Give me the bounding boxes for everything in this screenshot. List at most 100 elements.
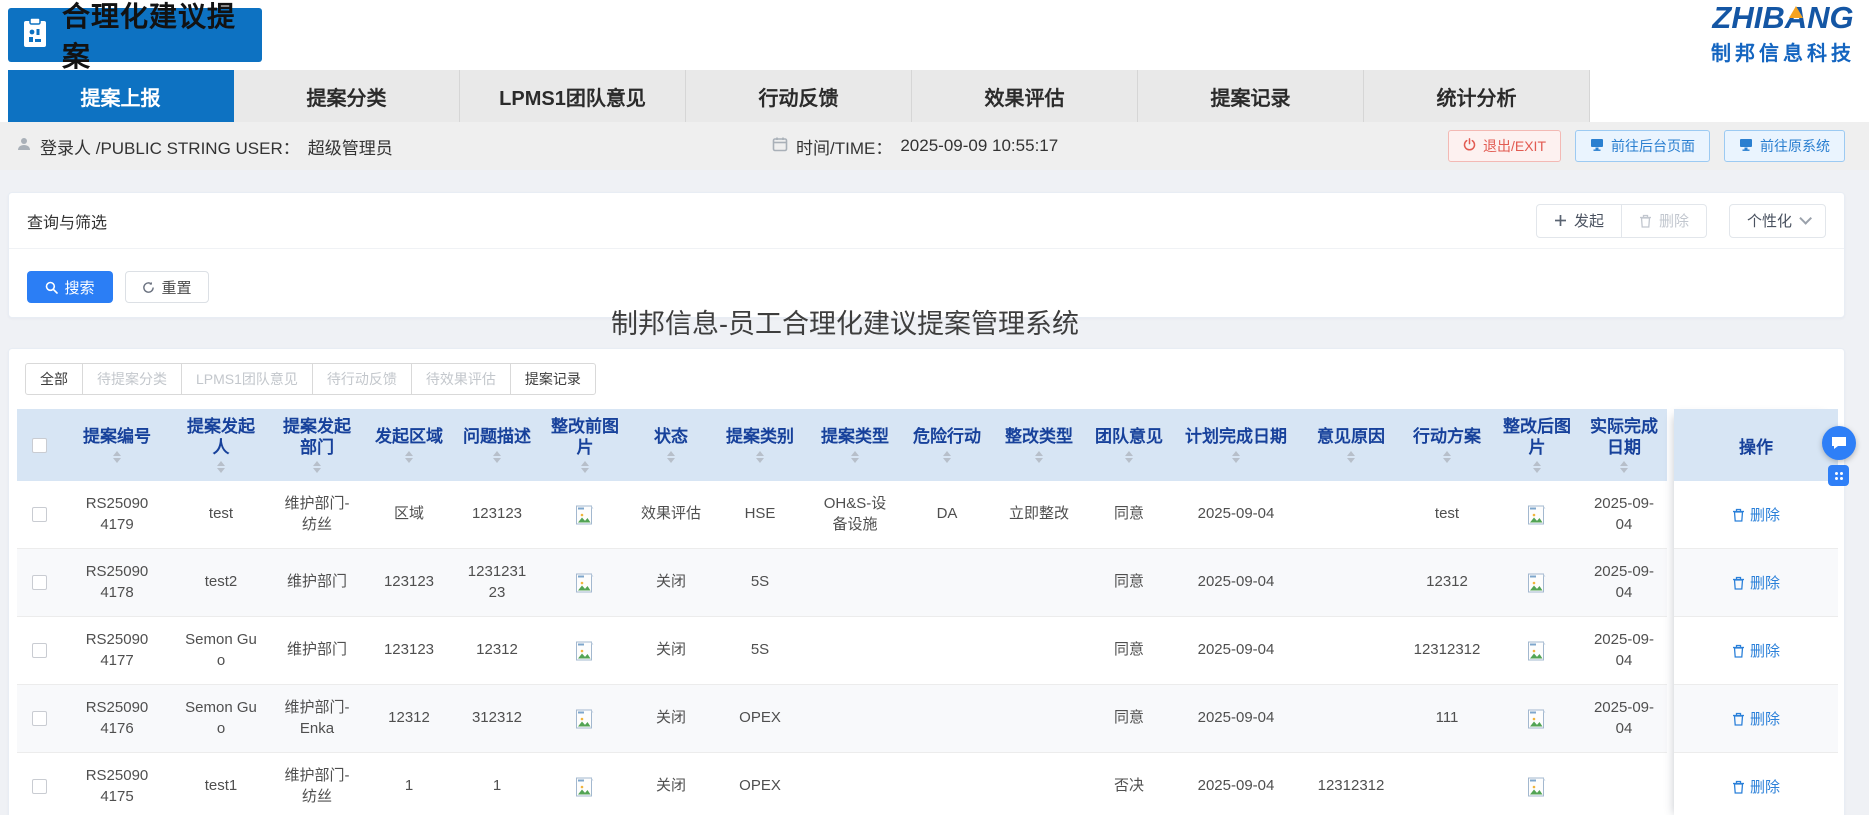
tab-7[interactable]: 统计分析 <box>1364 70 1590 122</box>
cell <box>903 685 991 752</box>
sort-caret-icon[interactable] <box>1443 451 1451 463</box>
widget-drag-handle[interactable] <box>1828 465 1849 486</box>
cell: 同意 <box>1087 481 1171 548</box>
cell: 维护部门 <box>269 549 365 616</box>
cell: 立即整改 <box>991 481 1087 548</box>
cell <box>1301 617 1401 684</box>
column-header-7: 状态 <box>629 409 713 481</box>
sort-caret-icon[interactable] <box>851 451 859 463</box>
sort-caret-icon[interactable] <box>405 451 413 463</box>
status-filter-chips: 全部待提案分类LPMS1团队意见待行动反馈待效果评估提案记录 <box>25 363 596 395</box>
row-checkbox[interactable] <box>32 575 47 590</box>
tab-2[interactable]: 提案分类 <box>234 70 460 122</box>
row-checkbox[interactable] <box>32 779 47 794</box>
image-thumbnail-icon[interactable] <box>575 777 595 797</box>
tab-6[interactable]: 提案记录 <box>1138 70 1364 122</box>
sort-caret-icon[interactable] <box>1125 451 1133 463</box>
go-backend-button[interactable]: 前往后台页面 <box>1575 130 1710 162</box>
cell: test1 <box>173 753 269 815</box>
exit-button[interactable]: 退出/EXIT <box>1448 130 1561 162</box>
tab-4[interactable]: 行动反馈 <box>686 70 912 122</box>
sort-caret-icon[interactable] <box>493 451 501 463</box>
image-thumbnail-icon[interactable] <box>575 505 595 525</box>
select-all-checkbox[interactable] <box>32 438 47 453</box>
cell: OPEX <box>713 685 807 752</box>
row-checkbox[interactable] <box>32 711 47 726</box>
delete-selected-button[interactable]: 删除 <box>1622 204 1707 238</box>
cell: DA <box>903 481 991 548</box>
image-thumbnail-icon[interactable] <box>1527 505 1547 525</box>
column-header-16: 整改后图 片 <box>1493 409 1581 481</box>
cell: 2025-09-04 <box>1171 617 1301 684</box>
cell: HSE <box>713 481 807 548</box>
tab-3[interactable]: LPMS1团队意见 <box>460 70 686 122</box>
sort-caret-icon[interactable] <box>581 461 589 473</box>
image-thumbnail-icon[interactable] <box>575 641 595 661</box>
sort-caret-icon[interactable] <box>1232 451 1240 463</box>
monitor-icon <box>1739 138 1753 154</box>
status-chip-6[interactable]: 提案记录 <box>510 363 596 395</box>
session-buttons: 退出/EXIT 前往后台页面 前往原系统 <box>1448 130 1845 162</box>
cell <box>1493 753 1581 815</box>
sort-caret-icon[interactable] <box>313 461 321 473</box>
sort-caret-icon[interactable] <box>756 451 764 463</box>
delete-row-button[interactable]: 删除 <box>1732 776 1780 797</box>
tab-1[interactable]: 提案上报 <box>8 70 234 122</box>
delete-row-button[interactable]: 删除 <box>1732 640 1780 661</box>
main-tabs: 提案上报提案分类LPMS1团队意见行动反馈效果评估提案记录统计分析 <box>0 70 1590 122</box>
cell: OPEX <box>713 753 807 815</box>
row-checkbox[interactable] <box>32 643 47 658</box>
cell: 2025-09-04 <box>1581 481 1667 548</box>
logo-subtitle: 制邦信息科技 <box>1711 37 1855 66</box>
search-button-label: 搜索 <box>64 277 94 298</box>
image-thumbnail-icon[interactable] <box>1527 777 1547 797</box>
assistant-float-button[interactable] <box>1822 426 1856 460</box>
sort-caret-icon[interactable] <box>943 451 951 463</box>
cell <box>991 617 1087 684</box>
cell <box>1493 481 1581 548</box>
sort-caret-icon[interactable] <box>1620 461 1628 473</box>
cell: 12312 <box>1401 549 1493 616</box>
sort-caret-icon[interactable] <box>1347 451 1355 463</box>
tab-5[interactable]: 效果评估 <box>912 70 1138 122</box>
go-origin-button[interactable]: 前往原系统 <box>1724 130 1845 162</box>
table-card: 全部待提案分类LPMS1团队意见待行动反馈待效果评估提案记录 提案编号提案发起 … <box>8 348 1845 815</box>
personalize-button[interactable]: 个性化 <box>1729 204 1826 238</box>
cell <box>1493 685 1581 752</box>
sort-caret-icon[interactable] <box>667 451 675 463</box>
delete-row-button[interactable]: 删除 <box>1732 708 1780 729</box>
search-button[interactable]: 搜索 <box>27 271 113 303</box>
cell <box>1493 549 1581 616</box>
cell: RS250904175 <box>61 753 173 815</box>
sort-caret-icon[interactable] <box>1035 451 1043 463</box>
user-icon <box>16 136 32 157</box>
image-thumbnail-icon[interactable] <box>575 573 595 593</box>
column-header-6: 整改前图 片 <box>541 409 629 481</box>
launch-button[interactable]: 发起 <box>1536 204 1622 238</box>
cell: 维护部门-Enka <box>269 685 365 752</box>
cell: 关闭 <box>629 617 713 684</box>
chat-bubble-icon <box>1830 434 1848 452</box>
sort-caret-icon[interactable] <box>113 451 121 463</box>
image-thumbnail-icon[interactable] <box>575 709 595 729</box>
image-thumbnail-icon[interactable] <box>1527 641 1547 661</box>
cell: 否决 <box>1087 753 1171 815</box>
sort-caret-icon[interactable] <box>1533 461 1541 473</box>
image-thumbnail-icon[interactable] <box>1527 709 1547 729</box>
cell <box>991 753 1087 815</box>
image-thumbnail-icon[interactable] <box>1527 573 1547 593</box>
main-content: 查询与筛选 发起 删除 <box>0 170 1869 815</box>
action-column-header: 操作 <box>1674 409 1838 481</box>
reset-button[interactable]: 重置 <box>125 271 209 303</box>
go-origin-label: 前往原系统 <box>1760 136 1830 156</box>
power-icon <box>1463 138 1476 154</box>
row-checkbox[interactable] <box>32 507 47 522</box>
delete-row-button[interactable]: 删除 <box>1732 504 1780 525</box>
cell <box>541 753 629 815</box>
delete-row-button[interactable]: 删除 <box>1732 572 1780 593</box>
column-header-5: 问题描述 <box>453 409 541 481</box>
status-chip-1[interactable]: 全部 <box>25 363 83 395</box>
sort-caret-icon[interactable] <box>217 461 225 473</box>
cell: RS250904178 <box>61 549 173 616</box>
cell: 维护部门 <box>269 617 365 684</box>
